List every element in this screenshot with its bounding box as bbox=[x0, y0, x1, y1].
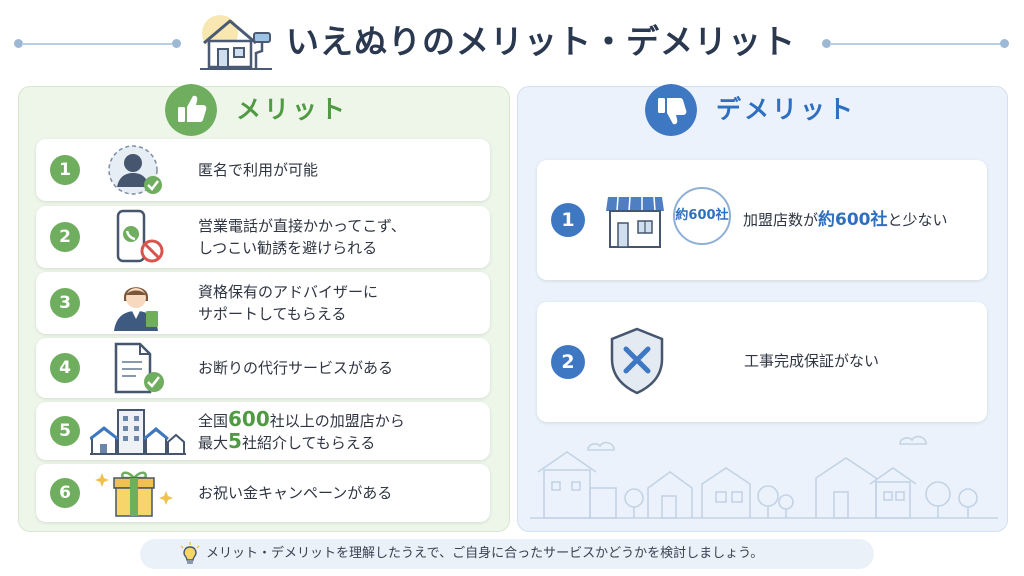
header-left-dot-inner bbox=[172, 39, 181, 48]
gift-box-icon bbox=[95, 471, 173, 517]
merit-text-5b-post: 社紹介してもらえる bbox=[241, 434, 376, 452]
anonymous-user-check-icon bbox=[108, 145, 162, 195]
merit-number-2: 2 bbox=[50, 222, 80, 252]
merit-text-6: お祝い金キャンペーンがある bbox=[198, 484, 393, 502]
merit-text-2b: しつこい勧誘を避けられる bbox=[198, 239, 378, 257]
shield-x-icon bbox=[610, 327, 664, 395]
merit-text-2a: 営業電話が直接かかってこず、 bbox=[198, 217, 406, 235]
lightbulb-icon bbox=[180, 542, 200, 564]
header-right-line bbox=[830, 43, 1000, 45]
footer-note-bar: メリット・デメリットを理解したうえで、ご自身に合ったサービスかどうかを検討しまし… bbox=[140, 539, 874, 569]
demerit-number-2: 2 bbox=[551, 345, 585, 379]
merit-highlight-5: 5 bbox=[228, 429, 242, 453]
merit-text-3b: サポートしてもらえる bbox=[198, 305, 347, 323]
thumbs-up-icon bbox=[165, 84, 217, 136]
demerit-text-1-post: と少ない bbox=[887, 211, 948, 229]
store-icon bbox=[606, 196, 664, 248]
phone-blocked-icon bbox=[116, 209, 164, 263]
demerit-number-1: 1 bbox=[551, 203, 585, 237]
merit-text-5a-pre: 全国 bbox=[198, 412, 229, 430]
merit-text-5b-pre: 最大 bbox=[198, 434, 229, 452]
merit-text-5b: 最大5社紹介してもらえる bbox=[198, 431, 375, 454]
merit-text-1: 匿名で利用が可能 bbox=[198, 161, 319, 179]
merit-number-1: 1 bbox=[50, 155, 80, 185]
demerit-text-2: 工事完成保証がない bbox=[744, 352, 880, 370]
merit-text-5a-post: 社以上の加盟店から bbox=[269, 412, 405, 430]
store-count-badge: 約600社 bbox=[675, 208, 729, 223]
merit-text-4: お断りの代行サービスがある bbox=[198, 359, 394, 377]
townscape-illustration bbox=[530, 435, 998, 519]
merit-number-5: 5 bbox=[50, 416, 80, 446]
thumbs-down-icon bbox=[645, 84, 697, 136]
merit-number-6: 6 bbox=[50, 478, 80, 508]
header-right-dot bbox=[1000, 39, 1009, 48]
header-left-line bbox=[22, 43, 172, 45]
buildings-icon bbox=[90, 409, 186, 455]
merit-number-4: 4 bbox=[50, 353, 80, 383]
demerit-text-1: 加盟店数が約600社と少ない bbox=[743, 210, 948, 231]
document-check-icon bbox=[114, 342, 164, 394]
demerit-text-1-pre: 加盟店数が bbox=[743, 211, 819, 229]
merit-text-3a: 資格保有のアドバイザーに bbox=[198, 283, 379, 301]
demerit-highlight-600: 約600社 bbox=[818, 210, 888, 230]
demerit-heading: デメリット bbox=[716, 95, 857, 124]
page-title: いえぬりのメリット・デメリット bbox=[286, 22, 796, 61]
house-paint-roller-icon bbox=[200, 15, 272, 70]
footer-text: メリット・デメリットを理解したうえで、ご自身に合ったサービスかどうかを検討しまし… bbox=[206, 546, 764, 561]
merit-number-3: 3 bbox=[50, 288, 80, 318]
merit-heading: メリット bbox=[236, 95, 349, 124]
merit-highlight-600: 600 bbox=[228, 407, 270, 431]
advisor-icon bbox=[114, 287, 158, 331]
